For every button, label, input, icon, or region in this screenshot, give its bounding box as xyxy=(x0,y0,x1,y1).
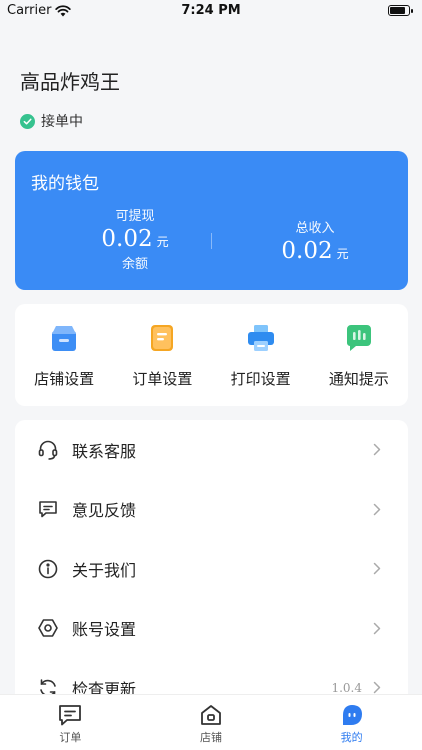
tab-orders[interactable]: 订单 xyxy=(0,695,141,750)
tab-store-label: 店铺 xyxy=(200,731,222,744)
feedback-icon xyxy=(37,498,59,520)
chevron-right-icon xyxy=(370,443,384,457)
menu-feedback[interactable]: 意见反馈 xyxy=(15,480,408,540)
profile-blob-icon xyxy=(338,702,366,728)
menu-contact-support[interactable]: 联系客服 xyxy=(15,420,408,480)
check-circle-icon xyxy=(20,113,35,129)
chevron-right-icon xyxy=(370,502,384,516)
quick-store-settings[interactable]: 店铺设置 xyxy=(15,304,113,406)
chat-notice-icon xyxy=(346,325,371,351)
tab-mine[interactable]: 我的 xyxy=(281,695,422,750)
total-income-value: 0.02 xyxy=(281,238,333,264)
info-icon xyxy=(37,558,59,580)
tab-orders-label: 订单 xyxy=(59,731,82,744)
store-status[interactable]: 接单中 xyxy=(20,111,83,131)
store-status-label: 接单中 xyxy=(41,114,83,130)
headset-icon xyxy=(37,439,59,461)
printer-icon xyxy=(247,325,274,351)
quick-order-settings[interactable]: 订单设置 xyxy=(113,304,211,406)
status-bar: Carrier 7:24 PM xyxy=(0,0,422,22)
total-income-block[interactable]: 总收入 0.02 元 xyxy=(245,217,385,264)
chevron-right-icon xyxy=(370,621,384,635)
battery-icon xyxy=(388,5,413,16)
wallet-title: 我的钱包 xyxy=(31,174,99,194)
wallet-divider xyxy=(211,233,212,249)
total-income-amount: 0.02 元 xyxy=(245,238,385,264)
clock: 7:24 PM xyxy=(181,3,241,18)
store-icon xyxy=(52,326,77,351)
quick-notification-settings-label: 通知提示 xyxy=(328,370,389,388)
quick-print-settings-label: 打印设置 xyxy=(230,370,291,388)
withdrawable-block[interactable]: 可提现 0.02 元 余额 xyxy=(65,205,205,272)
home-icon xyxy=(197,702,225,728)
menu-account-settings[interactable]: 账号设置 xyxy=(15,599,408,659)
withdrawable-label: 可提现 xyxy=(115,209,155,224)
tab-mine-label: 我的 xyxy=(340,731,363,744)
quick-actions-card: 店铺设置 订单设置 打印设置 通知提示 xyxy=(15,304,408,406)
menu-about-us[interactable]: 关于我们 xyxy=(15,539,408,599)
quick-print-settings[interactable]: 打印设置 xyxy=(212,304,310,406)
order-doc-icon xyxy=(151,325,174,351)
total-income-label: 总收入 xyxy=(295,221,335,236)
quick-notification-settings[interactable]: 通知提示 xyxy=(310,304,408,406)
menu-account-settings-label: 账号设置 xyxy=(72,620,137,640)
withdrawable-amount: 0.02 元 xyxy=(65,226,205,252)
menu-contact-support-label: 联系客服 xyxy=(72,441,137,461)
store-name: 高品炸鸡王 xyxy=(20,70,120,94)
app-version: 1.0.4 xyxy=(331,680,362,695)
bottom-tab-bar: 订单 店铺 我的 xyxy=(0,694,422,750)
chevron-right-icon xyxy=(370,681,384,695)
balance-label: 余额 xyxy=(121,257,148,272)
settings-menu: 联系客服 意见反馈 关于我们 账号设置 检查更新 1.0.4 xyxy=(15,420,408,720)
wallet-card[interactable]: 我的钱包 可提现 0.02 元 余额 总收入 0.02 元 xyxy=(15,151,408,290)
tab-store[interactable]: 店铺 xyxy=(141,695,282,750)
menu-feedback-label: 意见反馈 xyxy=(72,501,137,521)
chevron-right-icon xyxy=(370,562,384,576)
chat-bubble-icon xyxy=(56,702,84,728)
quick-order-settings-label: 订单设置 xyxy=(132,370,193,388)
hex-settings-icon xyxy=(37,617,59,639)
withdrawable-value: 0.02 xyxy=(101,226,153,252)
total-income-unit: 元 xyxy=(336,247,349,261)
quick-store-settings-label: 店铺设置 xyxy=(34,370,95,388)
menu-about-us-label: 关于我们 xyxy=(72,560,137,580)
withdrawable-unit: 元 xyxy=(156,235,169,249)
